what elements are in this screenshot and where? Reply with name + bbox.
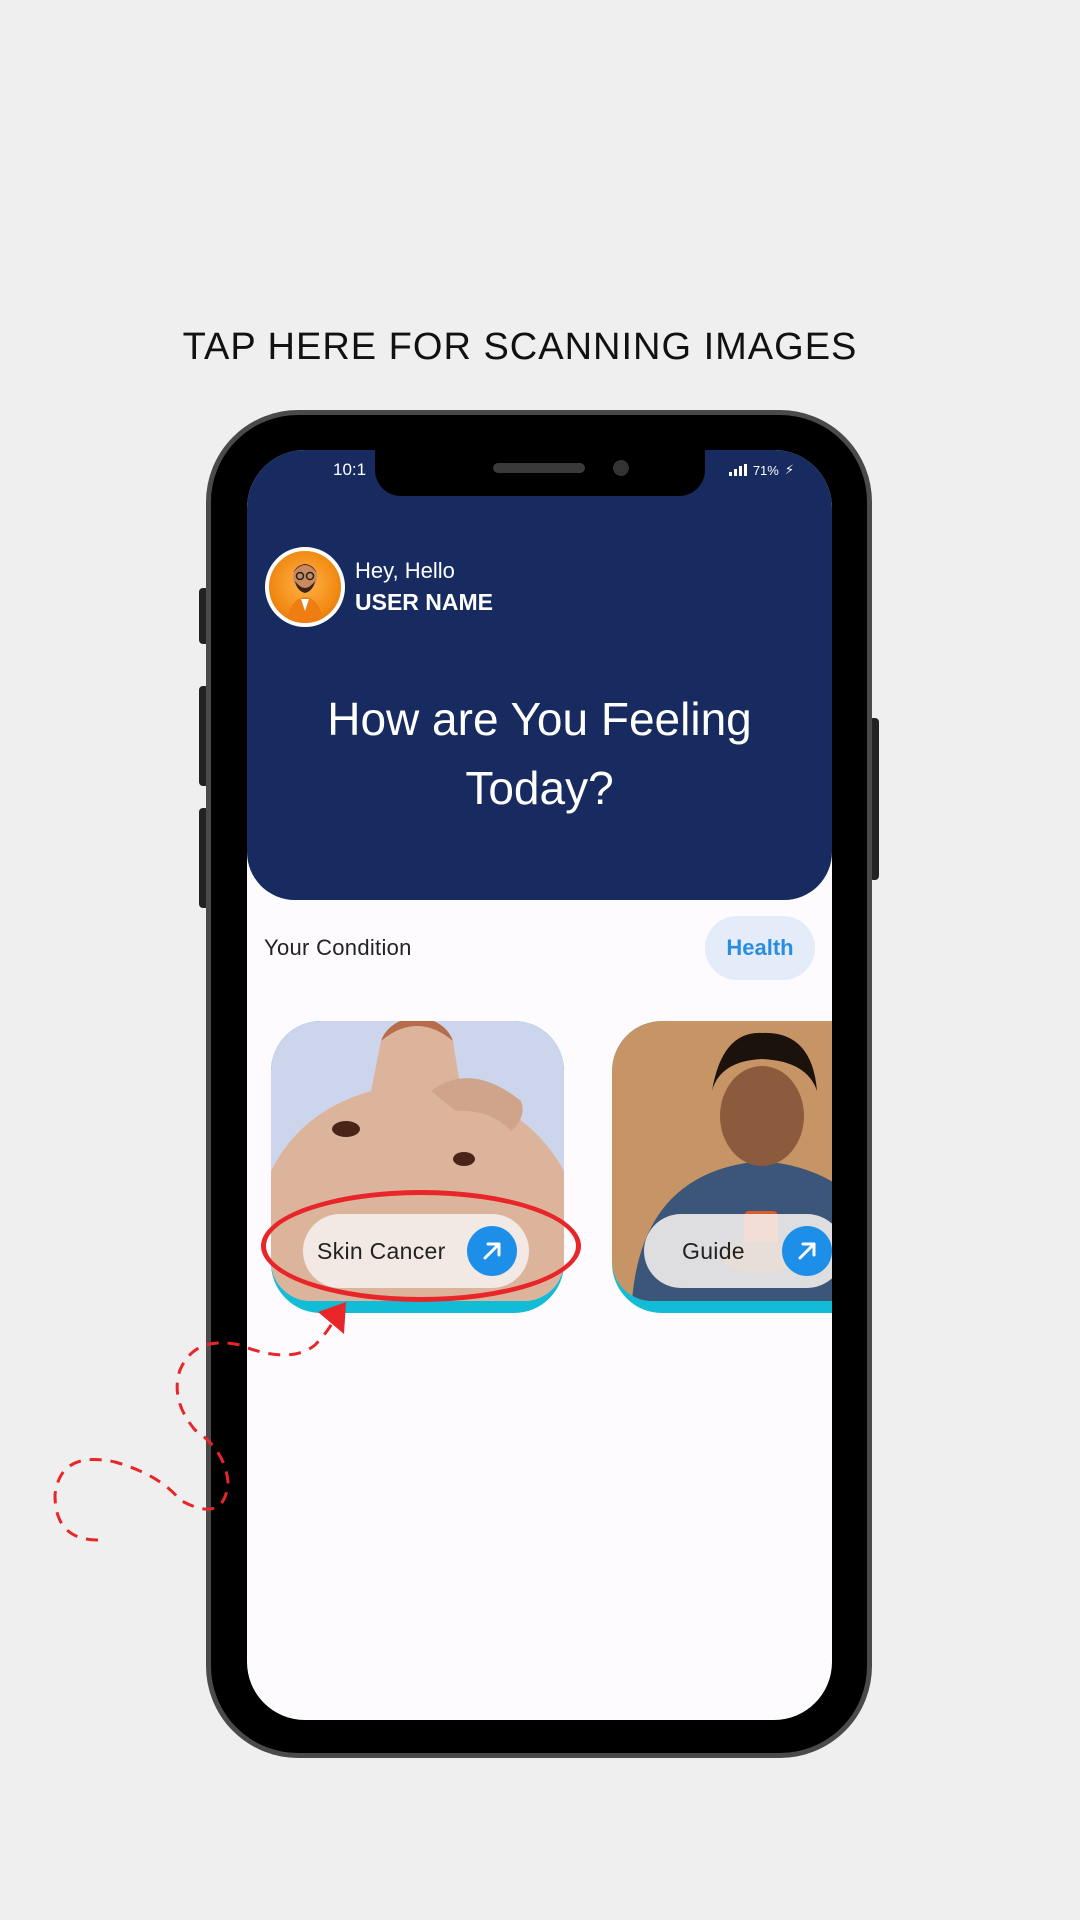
dashed-pointer-arrow-icon xyxy=(53,1302,346,1542)
